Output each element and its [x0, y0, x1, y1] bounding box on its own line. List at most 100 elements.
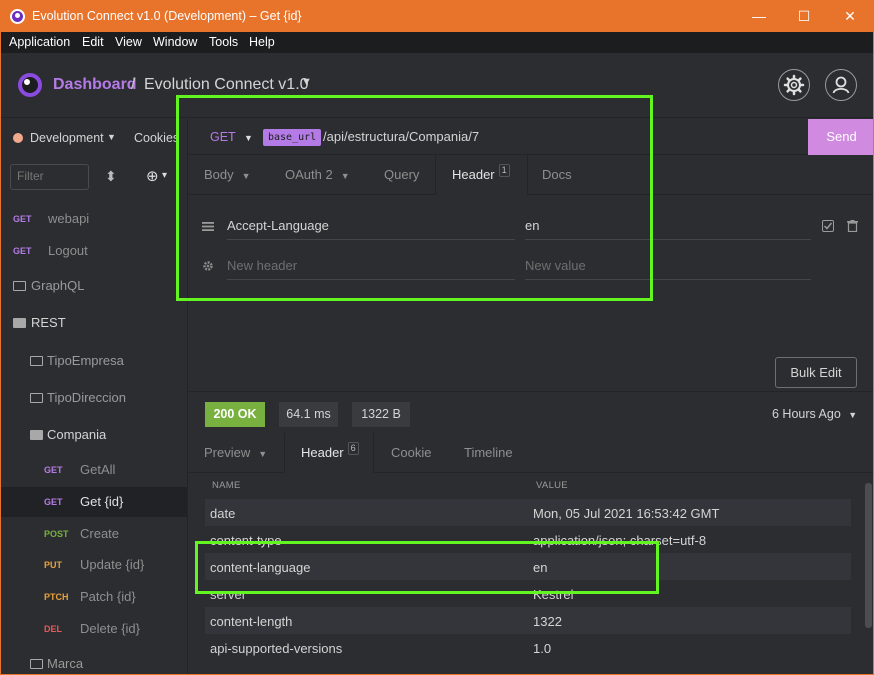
sort-icon[interactable]: ⬍: [105, 168, 117, 185]
folder-label: TipoDireccion: [47, 390, 126, 405]
environment-color-dot: [13, 133, 23, 143]
column-header-name: NAME: [212, 480, 241, 491]
folder-tipoempresa[interactable]: TipoEmpresa: [1, 346, 187, 376]
response-tabs: Preview ▼ Header 6 Cookie Timeline: [189, 433, 873, 473]
request-label: Update {id}: [80, 557, 145, 572]
add-caret-icon[interactable]: ▾: [162, 170, 167, 181]
status-badge: 200 OK: [205, 402, 265, 427]
bulk-edit-button[interactable]: Bulk Edit: [775, 357, 857, 388]
app-window: Evolution Connect v1.0 (Development) – G…: [0, 0, 874, 675]
table-row: content-length 1322: [205, 607, 851, 634]
request-item[interactable]: DEL Delete {id}: [1, 614, 187, 644]
tab-preview[interactable]: Preview ▼: [204, 433, 267, 473]
project-caret-icon[interactable]: ▼: [301, 76, 312, 88]
request-label: Delete {id}: [80, 621, 140, 636]
url-input[interactable]: /api/estructura/Compania/7: [323, 129, 479, 144]
folder-icon: [30, 356, 43, 366]
request-item[interactable]: GET webapi: [1, 204, 187, 234]
chevron-down-icon: ▼: [848, 410, 858, 420]
folder-compania[interactable]: Compania: [1, 420, 187, 450]
user-icon: [832, 76, 850, 94]
menu-application[interactable]: Application: [9, 35, 70, 49]
folder-marca[interactable]: Marca: [1, 649, 187, 674]
new-header-input[interactable]: New header: [227, 252, 515, 280]
request-label: Get {id}: [80, 494, 124, 509]
folder-label: REST: [31, 315, 66, 330]
minimize-button[interactable]: —: [736, 1, 782, 32]
divider: [189, 391, 873, 392]
new-value-input[interactable]: New value: [525, 252, 811, 280]
table-row: content-language en: [205, 553, 851, 580]
header-name-cell: date: [210, 506, 236, 521]
method-badge: GET: [13, 246, 32, 256]
request-item[interactable]: PUT Update {id}: [1, 550, 187, 580]
add-icon[interactable]: ⊕: [146, 167, 159, 185]
chevron-down-icon: ▼: [241, 171, 251, 181]
method-badge: PTCH: [44, 592, 69, 602]
environment-caret-icon[interactable]: ▼: [107, 132, 116, 142]
response-scrollbar[interactable]: [865, 483, 872, 628]
tab-response-header[interactable]: Header 6: [284, 433, 374, 473]
window-title: Evolution Connect v1.0 (Development) – G…: [32, 9, 302, 23]
folder-open-icon: [13, 318, 26, 328]
tab-timeline[interactable]: Timeline: [464, 433, 513, 473]
folder-tipodireccion[interactable]: TipoDireccion: [1, 383, 187, 413]
column-header-value: VALUE: [536, 480, 568, 491]
maximize-button[interactable]: ☐: [781, 1, 827, 32]
request-item[interactable]: GET GetAll: [1, 455, 187, 485]
folder-rest[interactable]: REST: [1, 308, 187, 338]
folder-graphql[interactable]: GraphQL: [1, 271, 187, 301]
response-size-badge: 1322 B: [352, 402, 410, 427]
menu-window[interactable]: Window: [153, 35, 197, 49]
tab-cookie[interactable]: Cookie: [391, 433, 431, 473]
workspace-header: Dashboard / Evolution Connect v1.0 ▼: [1, 53, 873, 118]
close-button[interactable]: ✕: [827, 1, 873, 32]
cookies-button[interactable]: Cookies: [134, 131, 179, 145]
breadcrumb-dashboard[interactable]: Dashboard: [53, 76, 137, 94]
sidebar: Development ▼ Cookies Filter ⬍ ⊕ ▾ GET w…: [1, 119, 188, 674]
checkbox-checked-icon[interactable]: [822, 220, 834, 232]
request-label: webapi: [48, 211, 90, 226]
header-value-cell: en: [533, 560, 548, 575]
settings-button[interactable]: [778, 69, 810, 101]
request-item-selected[interactable]: GET Get {id}: [1, 487, 187, 517]
request-item[interactable]: POST Create: [1, 519, 187, 549]
environment-selector[interactable]: Development: [30, 131, 104, 145]
breadcrumb-project[interactable]: Evolution Connect v1.0: [144, 76, 309, 94]
folder-label: Compania: [47, 427, 107, 442]
menu-edit[interactable]: Edit: [82, 35, 104, 49]
base-url-variable[interactable]: base_url: [263, 129, 322, 146]
header-value-cell: 1.0: [533, 641, 552, 656]
request-item[interactable]: GET Logout: [1, 236, 187, 266]
menu-help[interactable]: Help: [249, 35, 275, 49]
tab-header[interactable]: Header 1: [435, 155, 528, 195]
send-button[interactable]: Send: [808, 119, 873, 155]
table-row: server Kestrel: [205, 580, 851, 607]
tab-query[interactable]: Query: [384, 155, 419, 195]
gear-icon: [203, 261, 213, 271]
method-badge: GET: [13, 214, 32, 224]
request-label: Logout: [48, 243, 88, 258]
tab-body[interactable]: Body ▼: [204, 155, 251, 195]
folder-icon: [13, 281, 26, 291]
request-item[interactable]: PTCH Patch {id}: [1, 582, 187, 612]
filter-input[interactable]: Filter: [10, 164, 89, 190]
header-value-cell: Mon, 05 Jul 2021 16:53:42 GMT: [533, 506, 720, 521]
header-count-badge: 1: [498, 164, 510, 177]
menu-tools[interactable]: Tools: [209, 35, 238, 49]
history-dropdown[interactable]: 6 Hours Ago ▼: [772, 407, 857, 421]
drag-handle-icon[interactable]: [202, 221, 215, 232]
menu-view[interactable]: View: [115, 35, 142, 49]
header-value-cell: application/json; charset=utf-8: [533, 533, 707, 548]
method-badge: POST: [44, 529, 69, 539]
menu-bar: Application Edit View Window Tools Help: [1, 32, 873, 53]
account-button[interactable]: [825, 69, 857, 101]
method-selector[interactable]: GET ▼: [210, 130, 253, 144]
trash-icon[interactable]: [847, 220, 858, 232]
title-bar: Evolution Connect v1.0 (Development) – G…: [1, 1, 873, 32]
tab-docs[interactable]: Docs: [542, 155, 572, 195]
tab-oauth[interactable]: OAuth 2 ▼: [285, 155, 350, 195]
header-name-field[interactable]: Accept-Language: [227, 212, 515, 240]
folder-label: GraphQL: [31, 278, 85, 293]
header-value-field[interactable]: en: [525, 212, 811, 240]
